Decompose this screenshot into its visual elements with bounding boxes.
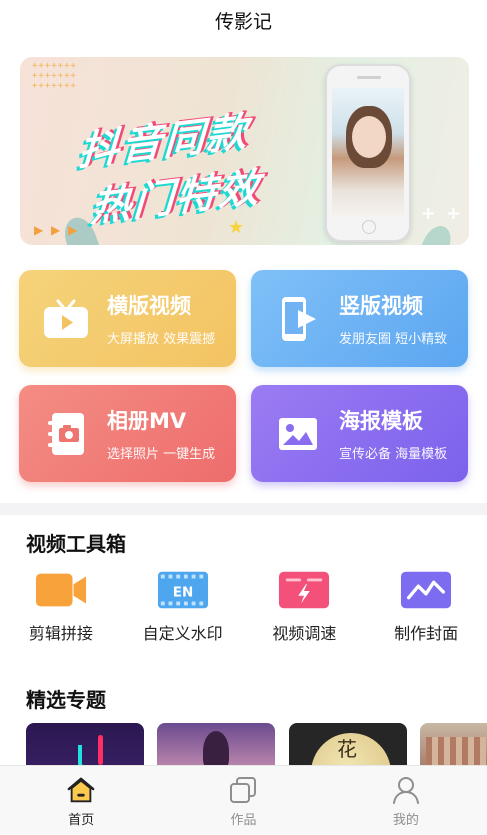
poster-template-card[interactable]: 海报模板 宣传必备 海量模板 (251, 385, 468, 482)
photo-album-icon (41, 409, 91, 459)
phone-screen-photo (332, 88, 404, 216)
speed-icon (278, 568, 330, 612)
featured-topics-title: 精选专题 (26, 688, 106, 712)
dots-decoration: +++++++ +++++++ +++++++ (32, 61, 77, 91)
architecture-thumbnail (426, 737, 486, 765)
card-title: 相册MV (107, 409, 187, 433)
tab-label: 我的 (392, 813, 419, 828)
tab-label: 首页 (68, 813, 95, 828)
tool-label: 自定义水印 (142, 624, 223, 643)
topic-card[interactable] (26, 723, 144, 765)
tab-label: 作品 (230, 813, 257, 828)
tool-video-speed[interactable]: 视频调速 (244, 568, 366, 644)
phone-speaker (357, 76, 381, 79)
app-root: 传影记 +++++++ +++++++ +++++++ ▶ ▶ ▶ ★ + + 抖音… (0, 0, 487, 835)
topic-card[interactable]: 花 (289, 723, 407, 765)
tab-mine[interactable]: 我的 (325, 766, 487, 835)
banner[interactable]: +++++++ +++++++ +++++++ ▶ ▶ ▶ ★ + + 抖音同款 热… (20, 57, 469, 245)
landscape-video-card[interactable]: 横版视频 大屏播放 效果震撼 (19, 270, 236, 367)
card-subtitle: 发朋友圈 短小精致 (339, 332, 448, 347)
leaf-decoration (415, 221, 457, 245)
card-title: 横版视频 (107, 294, 191, 318)
nav-title-bar: 传影记 (0, 0, 487, 40)
tool-label: 剪辑拼接 (28, 624, 93, 643)
topic-card[interactable] (420, 723, 487, 765)
tool-edit-merge[interactable]: 剪辑拼接 (0, 568, 122, 644)
phone-play-icon (273, 294, 323, 344)
triangles-decoration: ▶ ▶ ▶ (34, 223, 80, 237)
featured-topics-row: 花 (26, 723, 487, 765)
card-title: 竖版视频 (339, 294, 423, 318)
phone-mockup (325, 64, 411, 242)
tiktok-style-thumbnail (78, 745, 92, 765)
tool-make-cover[interactable]: 制作封面 (365, 568, 487, 644)
tool-label: 制作封面 (394, 624, 459, 643)
topic-card-text: 花 (337, 737, 357, 761)
phone-home-button (362, 220, 376, 234)
works-icon (228, 775, 258, 805)
tab-works[interactable]: 作品 (162, 766, 324, 835)
tab-home[interactable]: 首页 (0, 766, 162, 835)
topic-card[interactable] (157, 723, 275, 765)
star-icon: ★ (228, 217, 245, 238)
home-icon (66, 775, 96, 805)
card-subtitle: 大屏播放 效果震撼 (107, 332, 216, 347)
card-subtitle: 选择照片 一键生成 (107, 447, 216, 462)
purple-portrait-thumbnail (203, 731, 229, 765)
bottom-tab-bar: 首页 作品 我的 (0, 765, 487, 835)
app-title: 传影记 (214, 10, 272, 33)
cover-chart-icon (400, 568, 452, 612)
svg-text:EN: EN (172, 585, 192, 601)
tiktok-accent (98, 735, 103, 765)
image-icon (273, 409, 323, 459)
card-title: 海报模板 (339, 409, 423, 433)
plus-decoration: + + (420, 203, 463, 224)
tool-label: 视频调速 (272, 624, 337, 643)
card-subtitle: 宣传必备 海量模板 (339, 447, 448, 462)
tv-play-icon (41, 294, 91, 344)
portrait-video-card[interactable]: 竖版视频 发朋友圈 短小精致 (251, 270, 468, 367)
toolbox-grid: 剪辑拼接 EN 自定义水印 视频调速 制作封面 (0, 568, 487, 644)
portrait-face (352, 116, 386, 158)
toolbox-title: 视频工具箱 (26, 532, 126, 556)
user-icon (391, 775, 421, 805)
watermark-icon: EN (157, 568, 209, 612)
photo-album-mv-card[interactable]: 相册MV 选择照片 一键生成 (19, 385, 236, 482)
video-camera-icon (35, 568, 87, 612)
tool-custom-watermark[interactable]: EN 自定义水印 (122, 568, 244, 644)
section-divider (0, 503, 487, 515)
